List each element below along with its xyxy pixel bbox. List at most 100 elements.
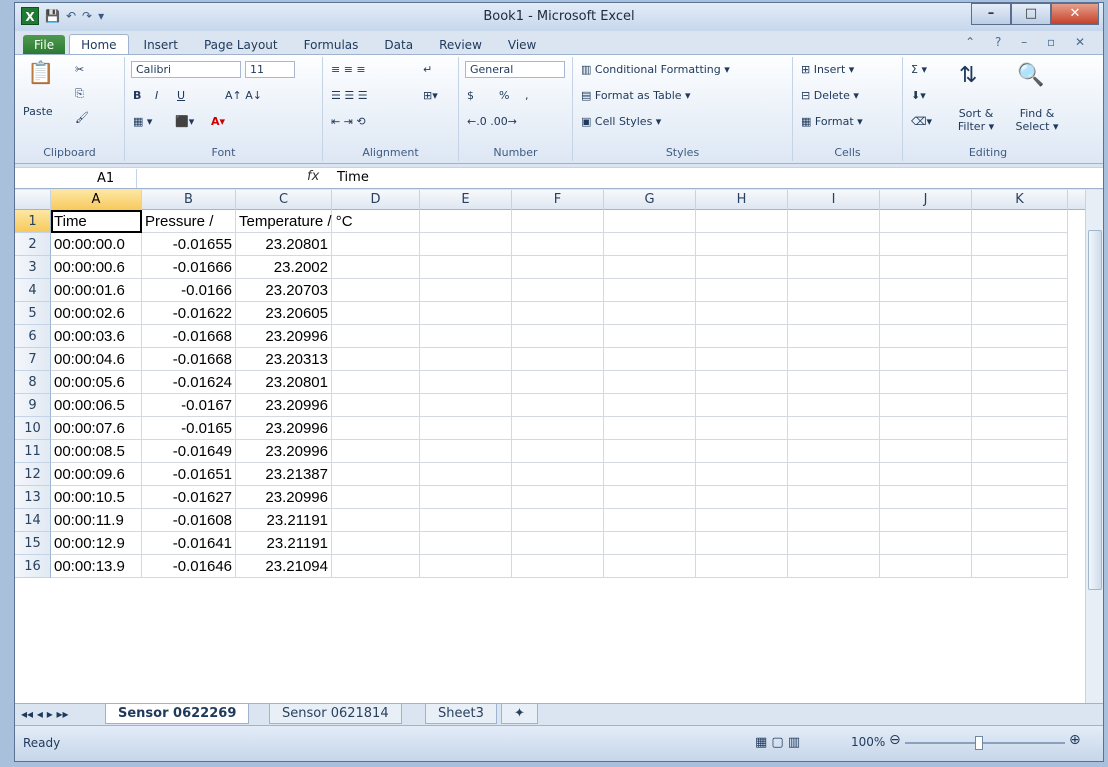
formula-input[interactable]: Time (337, 170, 369, 185)
cell-k13[interactable] (972, 486, 1068, 509)
insert-sheet-icon[interactable]: ✦ (501, 704, 538, 724)
cell-c6[interactable]: 23.20996 (236, 325, 332, 348)
cell-j2[interactable] (880, 233, 972, 256)
column-header-j[interactable]: J (880, 190, 972, 210)
cell-k10[interactable] (972, 417, 1068, 440)
comma-button[interactable]: , (525, 89, 529, 102)
cell-f12[interactable] (512, 463, 604, 486)
cell-i3[interactable] (788, 256, 880, 279)
cell-j6[interactable] (880, 325, 972, 348)
cell-c14[interactable]: 23.21191 (236, 509, 332, 532)
font-name-select[interactable]: Calibri (131, 61, 241, 78)
column-header-i[interactable]: I (788, 190, 880, 210)
cell-f16[interactable] (512, 555, 604, 578)
font-color-icon[interactable]: A▾ (211, 115, 225, 128)
cell-g9[interactable] (604, 394, 696, 417)
cell-h16[interactable] (696, 555, 788, 578)
sheet-tab-sheet3[interactable]: Sheet3 (425, 704, 497, 724)
insert-function-icon[interactable]: fx (307, 169, 319, 184)
cell-f13[interactable] (512, 486, 604, 509)
row-header[interactable]: 8 (15, 371, 51, 394)
cell-b12[interactable]: -0.01651 (142, 463, 236, 486)
cell-i4[interactable] (788, 279, 880, 302)
bold-button[interactable]: B (133, 89, 141, 102)
cell-a4[interactable]: 00:00:01.6 (51, 279, 142, 302)
cell-g7[interactable] (604, 348, 696, 371)
cell-i1[interactable] (788, 210, 880, 233)
cell-b10[interactable]: -0.0165 (142, 417, 236, 440)
cell-e11[interactable] (420, 440, 512, 463)
column-header-d[interactable]: D (332, 190, 420, 210)
cell-g15[interactable] (604, 532, 696, 555)
cell-k15[interactable] (972, 532, 1068, 555)
fill-icon[interactable]: ⬇▾ (911, 89, 926, 102)
zoom-slider-thumb[interactable] (975, 736, 983, 750)
cell-j7[interactable] (880, 348, 972, 371)
cell-d7[interactable] (332, 348, 420, 371)
cell-b9[interactable]: -0.0167 (142, 394, 236, 417)
cell-j5[interactable] (880, 302, 972, 325)
cell-k11[interactable] (972, 440, 1068, 463)
cell-i6[interactable] (788, 325, 880, 348)
cell-e8[interactable] (420, 371, 512, 394)
cell-a11[interactable]: 00:00:08.5 (51, 440, 142, 463)
cell-h5[interactable] (696, 302, 788, 325)
name-box[interactable]: A1 (17, 169, 137, 188)
cell-e13[interactable] (420, 486, 512, 509)
row-header[interactable]: 9 (15, 394, 51, 417)
cell-f1[interactable] (512, 210, 604, 233)
cell-h14[interactable] (696, 509, 788, 532)
paste-button[interactable]: Paste (23, 105, 53, 118)
cell-h9[interactable] (696, 394, 788, 417)
cell-f14[interactable] (512, 509, 604, 532)
wrap-text-icon[interactable]: ↵ (423, 63, 432, 76)
cell-c13[interactable]: 23.20996 (236, 486, 332, 509)
cell-e12[interactable] (420, 463, 512, 486)
cell-i7[interactable] (788, 348, 880, 371)
cell-d15[interactable] (332, 532, 420, 555)
left-align-icon[interactable]: ☰ ☰ ☰ (331, 89, 368, 102)
cell-g16[interactable] (604, 555, 696, 578)
cell-h8[interactable] (696, 371, 788, 394)
column-header-a[interactable]: A (51, 190, 142, 210)
cell-i16[interactable] (788, 555, 880, 578)
sheet-tab-sensor-0622269[interactable]: Sensor 0622269 (105, 704, 250, 724)
top-align-icon[interactable]: ≡ ≡ ≡ (331, 63, 366, 76)
cell-k16[interactable] (972, 555, 1068, 578)
borders-icon[interactable]: ▦ ▾ (133, 115, 152, 128)
zoom-slider[interactable] (905, 742, 1065, 744)
cell-a7[interactable]: 00:00:04.6 (51, 348, 142, 371)
cell-k6[interactable] (972, 325, 1068, 348)
cell-c7[interactable]: 23.20313 (236, 348, 332, 371)
cell-b1[interactable]: Pressure / (142, 210, 236, 233)
row-header[interactable]: 14 (15, 509, 51, 532)
cell-a9[interactable]: 00:00:06.5 (51, 394, 142, 417)
cell-f5[interactable] (512, 302, 604, 325)
cell-b8[interactable]: -0.01624 (142, 371, 236, 394)
row-header[interactable]: 1 (15, 210, 51, 233)
cell-i2[interactable] (788, 233, 880, 256)
cell-k3[interactable] (972, 256, 1068, 279)
cell-k1[interactable] (972, 210, 1068, 233)
row-header[interactable]: 5 (15, 302, 51, 325)
cell-b15[interactable]: -0.01641 (142, 532, 236, 555)
cell-j3[interactable] (880, 256, 972, 279)
cell-h13[interactable] (696, 486, 788, 509)
cell-c12[interactable]: 23.21387 (236, 463, 332, 486)
tab-home[interactable]: Home (69, 34, 129, 55)
format-painter-icon[interactable]: 🖌 (75, 111, 89, 124)
cell-e9[interactable] (420, 394, 512, 417)
cell-j16[interactable] (880, 555, 972, 578)
cell-a3[interactable]: 00:00:00.6 (51, 256, 142, 279)
row-header[interactable]: 2 (15, 233, 51, 256)
cell-k9[interactable] (972, 394, 1068, 417)
cell-e10[interactable] (420, 417, 512, 440)
cell-a13[interactable]: 00:00:10.5 (51, 486, 142, 509)
cell-f6[interactable] (512, 325, 604, 348)
cell-g11[interactable] (604, 440, 696, 463)
cell-b4[interactable]: -0.0166 (142, 279, 236, 302)
cell-c2[interactable]: 23.20801 (236, 233, 332, 256)
cell-k7[interactable] (972, 348, 1068, 371)
sheet-tab-sensor-0621814[interactable]: Sensor 0621814 (269, 704, 402, 724)
cell-a16[interactable]: 00:00:13.9 (51, 555, 142, 578)
